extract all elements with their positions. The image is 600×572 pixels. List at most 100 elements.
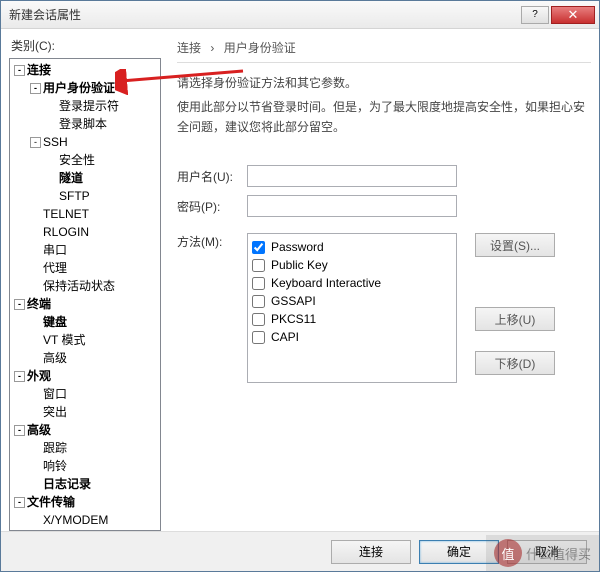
titlebar: 新建会话属性 ? ✕: [1, 1, 599, 29]
method-item[interactable]: GSSAPI: [252, 292, 452, 310]
method-checkbox[interactable]: [252, 295, 265, 308]
description-line1: 请选择身份验证方法和其它参数。: [177, 73, 591, 93]
tree-expander-icon[interactable]: -: [14, 299, 25, 310]
method-buttons: 设置(S)... 上移(U) 下移(D): [475, 233, 555, 375]
tree-item-label: 连接: [27, 63, 51, 77]
method-item[interactable]: PKCS11: [252, 310, 452, 328]
description-line2: 使用此部分以节省登录时间。但是，为了最大限度地提高安全性，如果担心安全问题，建议…: [177, 97, 591, 137]
tree-item[interactable]: 窗口: [10, 385, 160, 403]
chevron-right-icon: ›: [210, 41, 214, 55]
method-item[interactable]: Public Key: [252, 256, 452, 274]
category-tree[interactable]: -连接-用户身份验证登录提示符登录脚本-SSH安全性隧道SFTPTELNETRL…: [9, 58, 161, 531]
method-item[interactable]: CAPI: [252, 328, 452, 346]
tree-item[interactable]: 响铃: [10, 457, 160, 475]
tree-item-label: 隧道: [59, 171, 83, 185]
tree-item-label: 登录提示符: [59, 99, 119, 113]
dialog-window: 新建会话属性 ? ✕ 类别(C): -连接-用户身份验证登录提示符登录脚本-SS…: [0, 0, 600, 572]
tree-item[interactable]: SFTP: [10, 187, 160, 205]
tree-item-label: VT 模式: [43, 333, 85, 347]
method-item-label: Public Key: [271, 258, 328, 272]
username-row: 用户名(U):: [177, 165, 591, 187]
tree-item-label: 日志记录: [43, 477, 91, 491]
password-input[interactable]: [247, 195, 457, 217]
tree-item[interactable]: 日志记录: [10, 475, 160, 493]
method-row: 方法(M): Password Public Key Keyboard Intera…: [177, 233, 591, 383]
tree-item[interactable]: -用户身份验证: [10, 79, 160, 97]
method-checkbox[interactable]: [252, 277, 265, 290]
tree-item-label: 高级: [27, 423, 51, 437]
window-title: 新建会话属性: [9, 6, 521, 23]
tree-item[interactable]: RLOGIN: [10, 223, 160, 241]
move-down-button[interactable]: 下移(D): [475, 351, 555, 375]
breadcrumb-current: 用户身份验证: [224, 41, 296, 55]
breadcrumb-root: 连接: [177, 41, 201, 55]
tree-item-label: 用户身份验证: [43, 81, 115, 95]
tree-item[interactable]: 登录提示符: [10, 97, 160, 115]
tree-item[interactable]: -高级: [10, 421, 160, 439]
tree-expander-icon[interactable]: -: [14, 425, 25, 436]
method-checkbox[interactable]: [252, 259, 265, 272]
tree-item[interactable]: -连接: [10, 61, 160, 79]
tree-item[interactable]: -外观: [10, 367, 160, 385]
tree-item-label: 高级: [43, 351, 67, 365]
tree-item[interactable]: 键盘: [10, 313, 160, 331]
tree-item[interactable]: 高级: [10, 349, 160, 367]
tree-item-label: 外观: [27, 369, 51, 383]
password-label: 密码(P):: [177, 198, 247, 215]
username-input[interactable]: [247, 165, 457, 187]
tree-item[interactable]: -SSH: [10, 133, 160, 151]
tree-item[interactable]: X/YMODEM: [10, 511, 160, 529]
tree-item[interactable]: -文件传输: [10, 493, 160, 511]
tree-item[interactable]: TELNET: [10, 205, 160, 223]
tree-expander-icon[interactable]: -: [14, 65, 25, 76]
method-item-label: GSSAPI: [271, 294, 316, 308]
move-up-button[interactable]: 上移(U): [475, 307, 555, 331]
tree-item-label: 登录脚本: [59, 117, 107, 131]
tree-expander-icon[interactable]: -: [14, 497, 25, 508]
method-item-label: Password: [271, 240, 324, 254]
tree-expander-icon[interactable]: -: [14, 371, 25, 382]
tree-expander-icon[interactable]: -: [30, 83, 41, 94]
divider: [177, 62, 591, 63]
tree-item[interactable]: 突出: [10, 403, 160, 421]
watermark-logo-icon: 值: [494, 539, 522, 567]
tree-item-label: 突出: [43, 405, 67, 419]
tree-item-label: 文件传输: [27, 495, 75, 509]
tree-item[interactable]: 跟踪: [10, 439, 160, 457]
tree-item-label: SSH: [43, 135, 68, 149]
method-list[interactable]: Password Public Key Keyboard Interactive GS…: [247, 233, 457, 383]
tree-item[interactable]: 保持活动状态: [10, 277, 160, 295]
help-button[interactable]: ?: [521, 6, 549, 24]
tree-item[interactable]: 隧道: [10, 169, 160, 187]
main-panel: 连接 › 用户身份验证 请选择身份验证方法和其它参数。 使用此部分以节省登录时间…: [161, 35, 591, 531]
tree-item-label: 代理: [43, 261, 67, 275]
method-checkbox[interactable]: [252, 313, 265, 326]
method-checkbox[interactable]: [252, 241, 265, 254]
tree-item-label: 响铃: [43, 459, 67, 473]
setup-button[interactable]: 设置(S)...: [475, 233, 555, 257]
method-item[interactable]: Keyboard Interactive: [252, 274, 452, 292]
tree-item[interactable]: -终端: [10, 295, 160, 313]
method-item[interactable]: Password: [252, 238, 452, 256]
tree-item[interactable]: 登录脚本: [10, 115, 160, 133]
tree-expander-icon[interactable]: -: [30, 137, 41, 148]
username-label: 用户名(U):: [177, 168, 247, 185]
tree-item[interactable]: VT 模式: [10, 331, 160, 349]
watermark: 值 什么值得买: [486, 535, 599, 571]
tree-item[interactable]: 代理: [10, 259, 160, 277]
close-button[interactable]: ✕: [551, 6, 595, 24]
sidebar: 类别(C): -连接-用户身份验证登录提示符登录脚本-SSH安全性隧道SFTPT…: [9, 35, 161, 531]
tree-item-label: RLOGIN: [43, 225, 89, 239]
tree-item-label: 键盘: [43, 315, 67, 329]
method-item-label: CAPI: [271, 330, 299, 344]
tree-item[interactable]: 串口: [10, 241, 160, 259]
method-checkbox[interactable]: [252, 331, 265, 344]
tree-item-label: TELNET: [43, 207, 89, 221]
dialog-body: 类别(C): -连接-用户身份验证登录提示符登录脚本-SSH安全性隧道SFTPT…: [1, 29, 599, 531]
method-label: 方法(M):: [177, 233, 247, 250]
tree-item-label: X/YMODEM: [43, 513, 108, 527]
tree-item[interactable]: 安全性: [10, 151, 160, 169]
tree-item-label: 跟踪: [43, 441, 67, 455]
connect-button[interactable]: 连接: [331, 540, 411, 564]
watermark-text: 什么值得买: [526, 544, 591, 563]
